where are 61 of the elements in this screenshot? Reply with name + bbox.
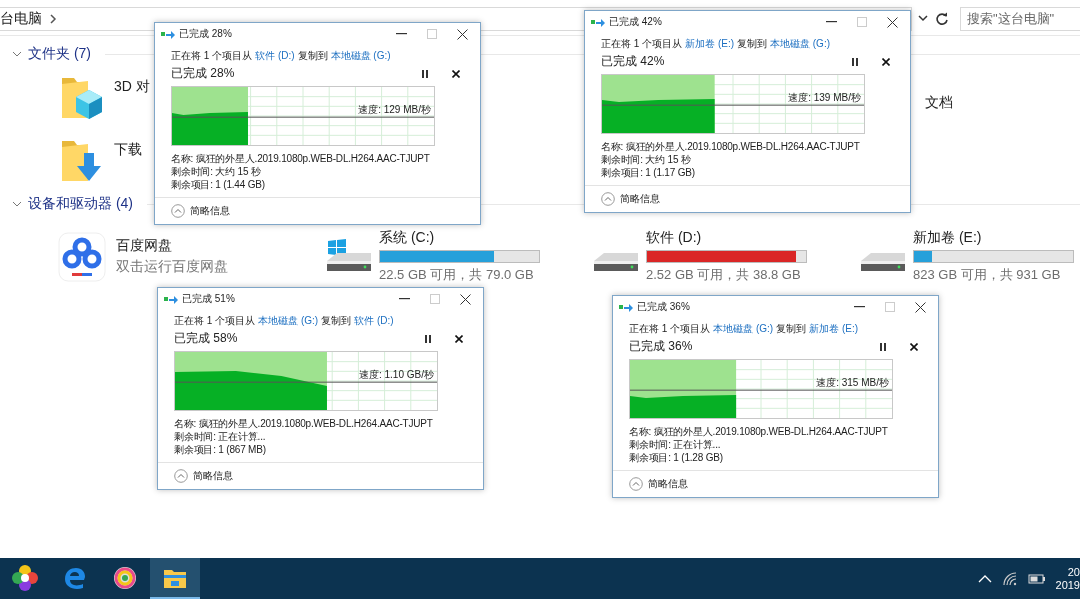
speed-text: 速度: 315 MB/秒 <box>816 376 889 390</box>
capacity-text: 823 GB 可用，共 931 GB <box>913 266 1061 284</box>
drive-name[interactable]: 系统 (C:) <box>379 229 435 247</box>
collapse-button[interactable]: 简略信息 <box>601 192 660 206</box>
speed-text: 速度: 139 MB/秒 <box>788 91 861 105</box>
detail-text: 剩余时间: 大约 15 秒 <box>171 165 262 178</box>
speed-text: 速度: 129 MB/秒 <box>358 103 431 117</box>
window-title: 已完成 36% <box>637 300 690 314</box>
copy-text: 复制到 <box>737 37 767 51</box>
destination-link[interactable]: 本地磁盘 (G:) <box>770 37 830 51</box>
folder-name[interactable]: 3D 对 <box>114 78 150 96</box>
destination-link[interactable]: 新加卷 (E:) <box>809 322 858 336</box>
copy-text: 复制到 <box>321 314 352 328</box>
copy-text: 复制到 <box>297 49 328 63</box>
progress-heading: 已完成 36% <box>629 338 693 355</box>
progress-heading: 已完成 58% <box>174 330 238 347</box>
source-link[interactable]: 新加卷 (E:) <box>685 37 734 51</box>
window-title: 已完成 42% <box>609 15 662 29</box>
progress-heading: 已完成 42% <box>601 53 665 70</box>
source-link[interactable]: 软件 (D:) <box>255 49 295 63</box>
clock-text: 2019 <box>1055 578 1080 591</box>
breadcrumb-item[interactable]: 台电脑 <box>0 9 42 28</box>
copy-text: 正在将 1 个项目从 <box>629 322 711 336</box>
drive-name[interactable]: 新加卷 (E:) <box>913 229 982 247</box>
section-title: 文件夹 (7) <box>28 45 91 63</box>
collapse-button[interactable]: 简略信息 <box>171 204 230 218</box>
destination-link[interactable]: 软件 (D:) <box>354 314 394 328</box>
capacity-text: 22.5 GB 可用，共 79.0 GB <box>379 266 534 284</box>
source-link[interactable]: 本地磁盘 (G:) <box>258 314 319 328</box>
detail-text: 剩余项目: 1 (1.44 GB) <box>171 178 266 191</box>
drive-name[interactable]: 软件 (D:) <box>646 229 702 247</box>
window-title: 已完成 51% <box>182 292 235 306</box>
collapse-button[interactable]: 简略信息 <box>629 477 688 491</box>
clock-text: 20 <box>1067 566 1080 579</box>
section-title: 设备和驱动器 (4) <box>28 195 133 213</box>
search-field[interactable]: 搜索"这台电脑" <box>960 6 1080 31</box>
source-link[interactable]: 本地磁盘 (G:) <box>713 322 774 336</box>
detail-text: 名称: 疯狂的外星人.2019.1080p.WEB-DL.H264.AAC-TJUPT <box>629 425 889 438</box>
copy-text: 正在将 1 个项目从 <box>174 314 256 328</box>
detail-text: 剩余时间: 大约 15 秒 <box>601 153 692 166</box>
detail-text: 剩余项目: 1 (1.28 GB) <box>629 451 724 464</box>
destination-link[interactable]: 本地磁盘 (G:) <box>330 49 391 63</box>
folder-name[interactable]: 下载 <box>114 141 142 159</box>
copy-text: 复制到 <box>776 322 807 336</box>
app-name[interactable]: 百度网盘 <box>116 237 172 255</box>
capacity-text: 2.52 GB 可用，共 38.8 GB <box>646 266 801 284</box>
detail-text: 名称: 疯狂的外星人.2019.1080p.WEB-DL.H264.AAC-TJUPT <box>174 417 434 430</box>
detail-text: 剩余项目: 1 (1.17 GB) <box>601 166 696 179</box>
detail-text: 剩余时间: 正在计算... <box>629 438 722 451</box>
speed-text: 速度: 1.10 GB/秒 <box>358 368 434 382</box>
copy-text: 正在将 1 个项目从 <box>171 49 253 63</box>
collapse-button[interactable]: 简略信息 <box>174 469 233 483</box>
app-subtitle: 双击运行百度网盘 <box>116 258 228 276</box>
clock[interactable]: 20 2019 <box>1055 566 1080 591</box>
detail-text: 剩余时间: 正在计算... <box>174 430 267 443</box>
progress-heading: 已完成 28% <box>171 65 235 82</box>
detail-text: 剩余项目: 1 (867 MB) <box>174 443 267 456</box>
folder-name[interactable]: 文档 <box>925 93 953 112</box>
detail-text: 名称: 疯狂的外星人.2019.1080p.WEB-DL.H264.AAC-TJUPT <box>171 152 431 165</box>
copy-text: 正在将 1 个项目从 <box>601 37 683 51</box>
detail-text: 名称: 疯狂的外星人.2019.1080p.WEB-DL.H264.AAC-TJUPT <box>601 140 861 153</box>
